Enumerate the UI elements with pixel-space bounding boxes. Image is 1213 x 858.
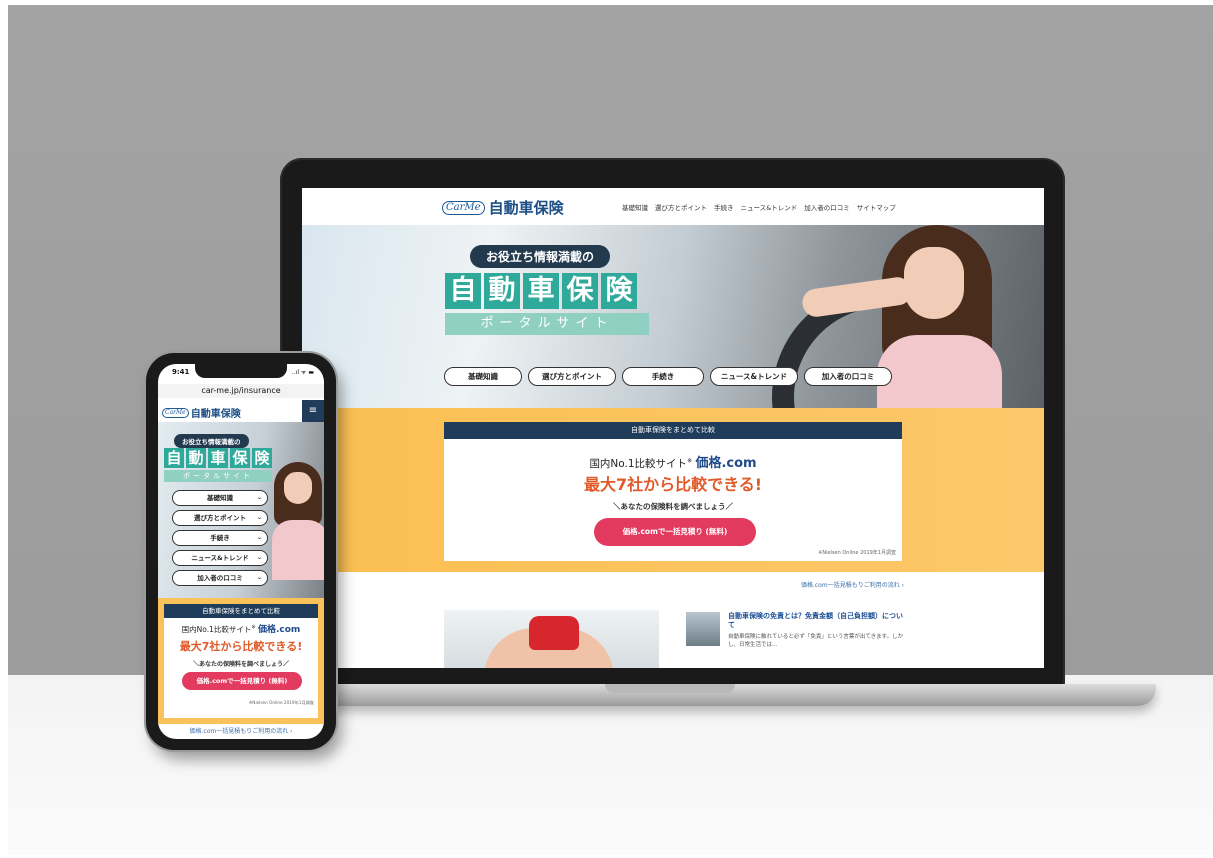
logo-text: 自動車保険: [190, 409, 241, 420]
quote-button[interactable]: 価格.comで一括見積り (無料): [182, 672, 302, 690]
hero-title-char: 車: [208, 448, 228, 468]
mobile-btn-label: 加入者の口コミ: [197, 574, 243, 582]
site-logo[interactable]: CarMe 自動車保険: [442, 197, 564, 218]
mobile-compare-section: 自動車保険をまとめて比較 国内No.1比較サイト※ 価格.com 最大7社から比…: [158, 598, 324, 724]
nav-item-procedures[interactable]: 手続き: [714, 202, 734, 212]
compare-footnote: ※Nielsen Online 2019年1月調査: [248, 700, 314, 705]
phone-notch: [195, 364, 287, 378]
mobile-btn-basics[interactable]: 基礎知識 ⌄: [172, 490, 268, 506]
driver-photo: [270, 462, 324, 580]
mobile-category-buttons: 基礎知識 ⌄ 選び方とポイント ⌄ 手続き ⌄ ニュース&トレンド ⌄ 加入者の口コミ ⌄: [172, 490, 268, 586]
category-pills: 基礎知識 選び方とポイント 手続き ニュース&トレンド 加入者の口コミ: [444, 367, 892, 386]
chevron-down-icon: ⌄: [256, 514, 262, 521]
compare-headline: 最大7社から比較できる!: [179, 640, 303, 653]
mobile-btn-news[interactable]: ニュース&トレンド ⌄: [172, 550, 268, 566]
article-thumbnail[interactable]: [686, 612, 720, 646]
kakaku-logo: 価格.com: [258, 625, 301, 635]
hero-subtitle: ポータルサイト: [164, 470, 272, 482]
kakaku-logo: 価格.com: [695, 456, 757, 471]
pill-reviews[interactable]: 加入者の口コミ: [804, 367, 892, 386]
hero-tagline: お役立ち情報満載の: [174, 434, 249, 448]
status-time: 9:41: [172, 368, 190, 376]
hero-title-char: 自: [445, 273, 481, 309]
article-hero-image: [444, 610, 659, 668]
mobile-logo[interactable]: CarMe 自動車保険: [162, 405, 241, 420]
pill-news[interactable]: ニュース&トレンド: [710, 367, 798, 386]
status-icons: ..ıl ᯤ ▬: [291, 369, 314, 376]
chevron-down-icon: ⌄: [256, 554, 262, 561]
mobile-btn-label: ニュース&トレンド: [191, 554, 249, 562]
compare-card: 自動車保険をまとめて比較 国内No.1比較サイト※ 価格.com 最大7社から比…: [444, 422, 902, 561]
hero-title: 自 動 車 保 険: [164, 448, 272, 468]
hero-title-char: 保: [230, 448, 250, 468]
pill-procedures[interactable]: 手続き: [622, 367, 704, 386]
red-car-image: [529, 616, 579, 650]
laptop-screen: CarMe 自動車保険 基礎知識 選び方とポイント 手続き ニュース&トレンド …: [302, 188, 1044, 668]
flow-link[interactable]: 価格.com一括見積もりご利用の流れ ›: [801, 580, 904, 589]
article-excerpt: 自動車保険に触れていると必ず「免責」という言葉が出てきます。しかし、日常生活では…: [728, 634, 904, 648]
hero-title-char: 車: [523, 273, 559, 309]
hero-tagline: お役立ち情報満載の: [470, 245, 611, 268]
carme-logo-mark: CarMe: [442, 200, 485, 215]
hero-title-char: 動: [186, 448, 206, 468]
pill-choose[interactable]: 選び方とポイント: [528, 367, 616, 386]
mobile-btn-label: 選び方とポイント: [194, 514, 246, 522]
nav-item-reviews[interactable]: 加入者の口コミ: [804, 202, 850, 212]
compare-line1: 国内No.1比較サイト※ 価格.com: [164, 622, 318, 636]
mobile-btn-choose[interactable]: 選び方とポイント ⌄: [172, 510, 268, 526]
carme-logo-mark: CarMe: [162, 407, 189, 418]
compare-line1-text: 国内No.1比較サイト: [589, 458, 688, 470]
nav-item-choose[interactable]: 選び方とポイント: [655, 202, 707, 212]
chevron-down-icon: ⌄: [256, 534, 262, 541]
hero-subtitle: ポータルサイト: [445, 313, 649, 335]
chevron-down-icon: ⌄: [256, 574, 262, 581]
hero-title-char: 自: [164, 448, 184, 468]
hamburger-menu-icon[interactable]: ≡: [302, 400, 324, 422]
phone-screen: 9:41 ..ıl ᯤ ▬ car-me.jp/insurance CarMe …: [158, 364, 324, 739]
pill-basics[interactable]: 基礎知識: [444, 367, 522, 386]
compare-prompt: ＼あなたの保険料を調べましょう／: [192, 661, 289, 668]
compare-line1-mark: ※: [687, 457, 693, 465]
mobile-btn-label: 基礎知識: [207, 494, 233, 502]
nav-item-basics[interactable]: 基礎知識: [622, 202, 648, 212]
logo-text: 自動車保険: [488, 199, 564, 217]
compare-footnote: ※Nielsen Online 2019年1月調査: [818, 550, 896, 556]
compare-card-header: 自動車保険をまとめて比較: [164, 604, 318, 618]
mobile-btn-procedures[interactable]: 手続き ⌄: [172, 530, 268, 546]
mobile-header: CarMe 自動車保険 ≡: [158, 400, 324, 422]
hero-title: 自 動 車 保 険: [445, 273, 637, 309]
quote-button[interactable]: 価格.comで一括見積り (無料): [594, 518, 756, 546]
hero-title-char: 保: [562, 273, 598, 309]
mobile-hero: お役立ち情報満載の 自 動 車 保 険 ポータルサイト 基礎知識 ⌄ 選び方とポイ…: [158, 422, 324, 598]
hero-title-char: 険: [601, 273, 637, 309]
site-header: CarMe 自動車保険 基礎知識 選び方とポイント 手続き ニュース&トレンド …: [302, 188, 1044, 225]
main-nav: 基礎知識 選び方とポイント 手続き ニュース&トレンド 加入者の口コミ サイトマ…: [622, 202, 896, 212]
compare-headline: 最大7社から比較できる!: [583, 475, 763, 494]
mobile-btn-label: 手続き: [210, 534, 230, 542]
compare-line1: 国内No.1比較サイト※ 価格.com: [444, 452, 902, 471]
compare-line1-text: 国内No.1比較サイト: [181, 625, 252, 634]
compare-prompt: ＼あなたの保険料を調べましょう／: [613, 502, 733, 511]
chevron-down-icon: ⌄: [256, 494, 262, 501]
article-title[interactable]: 自動車保険の免責とは？免責金額（自己負担額）について: [728, 612, 908, 630]
compare-card-header: 自動車保険をまとめて比較: [444, 422, 902, 439]
hero-banner: お役立ち情報満載の 自 動 車 保 険 ポータルサイト 基礎知識 選び方とポイン…: [302, 225, 1044, 408]
compare-section: 自動車保険をまとめて比較 国内No.1比較サイト※ 価格.com 最大7社から比…: [302, 408, 1044, 572]
hero-title-char: 動: [484, 273, 520, 309]
laptop-notch: [605, 684, 735, 693]
nav-item-sitemap[interactable]: サイトマップ: [857, 202, 896, 212]
nav-item-news[interactable]: ニュース&トレンド: [741, 202, 798, 212]
flow-link[interactable]: 価格.com一括見積もりご利用の流れ ›: [158, 726, 324, 735]
hero-title-char: 険: [252, 448, 272, 468]
compare-line1-mark: ※: [251, 624, 256, 631]
mobile-btn-reviews[interactable]: 加入者の口コミ ⌄: [172, 570, 268, 586]
mobile-compare-card: 自動車保険をまとめて比較 国内No.1比較サイト※ 価格.com 最大7社から比…: [164, 604, 318, 718]
url-bar[interactable]: car-me.jp/insurance: [158, 384, 324, 398]
